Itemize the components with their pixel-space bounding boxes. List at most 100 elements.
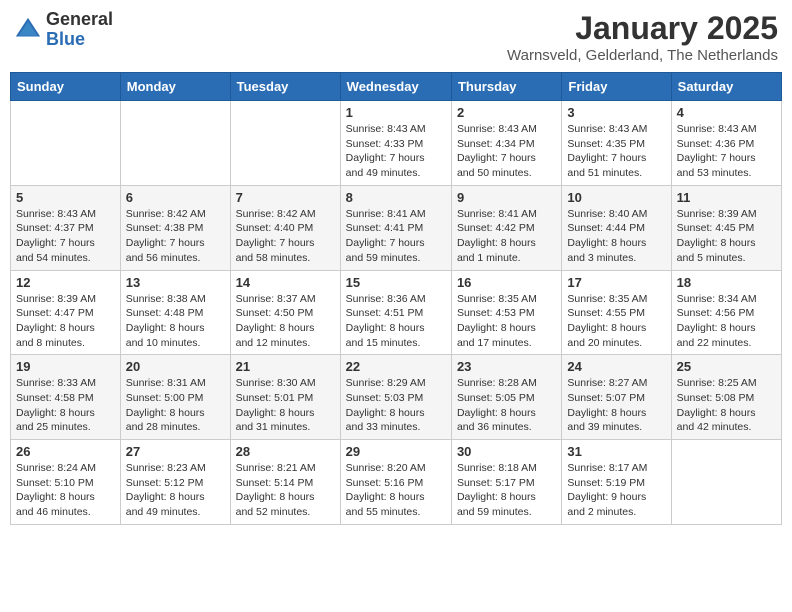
day-number: 24: [567, 359, 665, 374]
day-number: 15: [346, 275, 446, 290]
calendar-cell: 3 Sunrise: 8:43 AM Sunset: 4:35 PM Daylig…: [562, 101, 671, 186]
day-number: 4: [677, 105, 776, 120]
day-info: Sunrise: 8:27 AM Sunset: 5:07 PM Dayligh…: [567, 376, 665, 435]
calendar-cell: 9 Sunrise: 8:41 AM Sunset: 4:42 PM Daylig…: [451, 185, 561, 270]
calendar-cell: 15 Sunrise: 8:36 AM Sunset: 4:51 PM Dayli…: [340, 270, 451, 355]
calendar-cell: 1 Sunrise: 8:43 AM Sunset: 4:33 PM Daylig…: [340, 101, 451, 186]
calendar-week-row: 26Sunrise: 8:24 AM Sunset: 5:10 PM Dayli…: [11, 440, 782, 525]
calendar-cell: 20 Sunrise: 8:31 AM Sunset: 5:00 PM Dayli…: [120, 355, 230, 440]
day-info: Sunrise: 8:43 AM Sunset: 4:37 PM Dayligh…: [16, 207, 115, 266]
day-info: Sunrise: 8:34 AM Sunset: 4:56 PM Dayligh…: [677, 292, 776, 351]
day-number: 3: [567, 105, 665, 120]
calendar-table: SundayMondayTuesdayWednesdayThursdayFrid…: [10, 72, 782, 525]
calendar-cell: 24 Sunrise: 8:27 AM Sunset: 5:07 PM Dayli…: [562, 355, 671, 440]
calendar-cell: 4 Sunrise: 8:43 AM Sunset: 4:36 PM Daylig…: [671, 101, 781, 186]
day-number: 12: [16, 275, 115, 290]
day-info: Sunrise: 8:25 AM Sunset: 5:08 PM Dayligh…: [677, 376, 776, 435]
calendar-cell: 29Sunrise: 8:20 AM Sunset: 5:16 PM Dayli…: [340, 440, 451, 525]
day-number: 10: [567, 190, 665, 205]
calendar-week-row: 12 Sunrise: 8:39 AM Sunset: 4:47 PM Dayli…: [11, 270, 782, 355]
day-number: 6: [126, 190, 225, 205]
day-info: Sunrise: 8:38 AM Sunset: 4:48 PM Dayligh…: [126, 292, 225, 351]
location-subtitle: Warnsveld, Gelderland, The Netherlands: [507, 47, 778, 64]
day-info: Sunrise: 8:43 AM Sunset: 4:35 PM Dayligh…: [567, 122, 665, 181]
day-number: 31: [567, 444, 665, 459]
weekday-header-tuesday: Tuesday: [230, 73, 340, 101]
logo: General Blue: [14, 10, 113, 50]
day-info: Sunrise: 8:42 AM Sunset: 4:40 PM Dayligh…: [236, 207, 335, 266]
day-info: Sunrise: 8:43 AM Sunset: 4:33 PM Dayligh…: [346, 122, 446, 181]
day-info: Sunrise: 8:41 AM Sunset: 4:42 PM Dayligh…: [457, 207, 556, 266]
day-number: 18: [677, 275, 776, 290]
calendar-cell: 16Sunrise: 8:35 AM Sunset: 4:53 PM Dayli…: [451, 270, 561, 355]
calendar-week-row: 19 Sunrise: 8:33 AM Sunset: 4:58 PM Dayli…: [11, 355, 782, 440]
day-number: 1: [346, 105, 446, 120]
day-number: 21: [236, 359, 335, 374]
day-number: 27: [126, 444, 225, 459]
day-number: 9: [457, 190, 556, 205]
calendar-cell: [11, 101, 121, 186]
day-info: Sunrise: 8:31 AM Sunset: 5:00 PM Dayligh…: [126, 376, 225, 435]
calendar-cell: 31 Sunrise: 8:17 AM Sunset: 5:19 PM Dayli…: [562, 440, 671, 525]
day-info: Sunrise: 8:18 AM Sunset: 5:17 PM Dayligh…: [457, 461, 556, 520]
day-info: Sunrise: 8:23 AM Sunset: 5:12 PM Dayligh…: [126, 461, 225, 520]
day-number: 25: [677, 359, 776, 374]
weekday-header-sunday: Sunday: [11, 73, 121, 101]
day-info: Sunrise: 8:35 AM Sunset: 4:55 PM Dayligh…: [567, 292, 665, 351]
weekday-header-wednesday: Wednesday: [340, 73, 451, 101]
day-number: 8: [346, 190, 446, 205]
calendar-cell: 13 Sunrise: 8:38 AM Sunset: 4:48 PM Dayli…: [120, 270, 230, 355]
title-block: January 2025 Warnsveld, Gelderland, The …: [507, 10, 778, 64]
calendar-cell: 10 Sunrise: 8:40 AM Sunset: 4:44 PM Dayli…: [562, 185, 671, 270]
calendar-cell: 25 Sunrise: 8:25 AM Sunset: 5:08 PM Dayli…: [671, 355, 781, 440]
day-info: Sunrise: 8:43 AM Sunset: 4:36 PM Dayligh…: [677, 122, 776, 181]
calendar-cell: [671, 440, 781, 525]
calendar-cell: 19 Sunrise: 8:33 AM Sunset: 4:58 PM Dayli…: [11, 355, 121, 440]
day-info: Sunrise: 8:42 AM Sunset: 4:38 PM Dayligh…: [126, 207, 225, 266]
calendar-cell: 12 Sunrise: 8:39 AM Sunset: 4:47 PM Dayli…: [11, 270, 121, 355]
day-info: Sunrise: 8:40 AM Sunset: 4:44 PM Dayligh…: [567, 207, 665, 266]
day-number: 19: [16, 359, 115, 374]
calendar-cell: 11 Sunrise: 8:39 AM Sunset: 4:45 PM Dayli…: [671, 185, 781, 270]
day-number: 20: [126, 359, 225, 374]
calendar-cell: 7 Sunrise: 8:42 AM Sunset: 4:40 PM Daylig…: [230, 185, 340, 270]
day-number: 13: [126, 275, 225, 290]
calendar-cell: [230, 101, 340, 186]
calendar-cell: 8Sunrise: 8:41 AM Sunset: 4:41 PM Daylig…: [340, 185, 451, 270]
calendar-cell: 27 Sunrise: 8:23 AM Sunset: 5:12 PM Dayli…: [120, 440, 230, 525]
logo-blue-text: Blue: [46, 30, 113, 50]
day-number: 11: [677, 190, 776, 205]
day-info: Sunrise: 8:43 AM Sunset: 4:34 PM Dayligh…: [457, 122, 556, 181]
day-info: Sunrise: 8:17 AM Sunset: 5:19 PM Dayligh…: [567, 461, 665, 520]
calendar-cell: 21 Sunrise: 8:30 AM Sunset: 5:01 PM Dayli…: [230, 355, 340, 440]
day-info: Sunrise: 8:36 AM Sunset: 4:51 PM Dayligh…: [346, 292, 446, 351]
weekday-header-saturday: Saturday: [671, 73, 781, 101]
calendar-header: SundayMondayTuesdayWednesdayThursdayFrid…: [11, 73, 782, 101]
day-info: Sunrise: 8:30 AM Sunset: 5:01 PM Dayligh…: [236, 376, 335, 435]
calendar-cell: 18 Sunrise: 8:34 AM Sunset: 4:56 PM Dayli…: [671, 270, 781, 355]
month-year-title: January 2025: [507, 10, 778, 47]
calendar-week-row: 1 Sunrise: 8:43 AM Sunset: 4:33 PM Daylig…: [11, 101, 782, 186]
day-number: 7: [236, 190, 335, 205]
day-number: 26: [16, 444, 115, 459]
weekday-header-row: SundayMondayTuesdayWednesdayThursdayFrid…: [11, 73, 782, 101]
day-info: Sunrise: 8:33 AM Sunset: 4:58 PM Dayligh…: [16, 376, 115, 435]
day-info: Sunrise: 8:35 AM Sunset: 4:53 PM Dayligh…: [457, 292, 556, 351]
calendar-cell: 2 Sunrise: 8:43 AM Sunset: 4:34 PM Daylig…: [451, 101, 561, 186]
calendar-cell: 17 Sunrise: 8:35 AM Sunset: 4:55 PM Dayli…: [562, 270, 671, 355]
day-info: Sunrise: 8:37 AM Sunset: 4:50 PM Dayligh…: [236, 292, 335, 351]
calendar-cell: 30Sunrise: 8:18 AM Sunset: 5:17 PM Dayli…: [451, 440, 561, 525]
day-number: 14: [236, 275, 335, 290]
calendar-cell: 14 Sunrise: 8:37 AM Sunset: 4:50 PM Dayli…: [230, 270, 340, 355]
day-info: Sunrise: 8:39 AM Sunset: 4:45 PM Dayligh…: [677, 207, 776, 266]
day-number: 2: [457, 105, 556, 120]
calendar-cell: 22Sunrise: 8:29 AM Sunset: 5:03 PM Dayli…: [340, 355, 451, 440]
day-info: Sunrise: 8:39 AM Sunset: 4:47 PM Dayligh…: [16, 292, 115, 351]
day-number: 5: [16, 190, 115, 205]
weekday-header-thursday: Thursday: [451, 73, 561, 101]
day-number: 17: [567, 275, 665, 290]
weekday-header-monday: Monday: [120, 73, 230, 101]
calendar-cell: 28Sunrise: 8:21 AM Sunset: 5:14 PM Dayli…: [230, 440, 340, 525]
page-header: General Blue January 2025 Warnsveld, Gel…: [10, 10, 782, 64]
day-number: 29: [346, 444, 446, 459]
